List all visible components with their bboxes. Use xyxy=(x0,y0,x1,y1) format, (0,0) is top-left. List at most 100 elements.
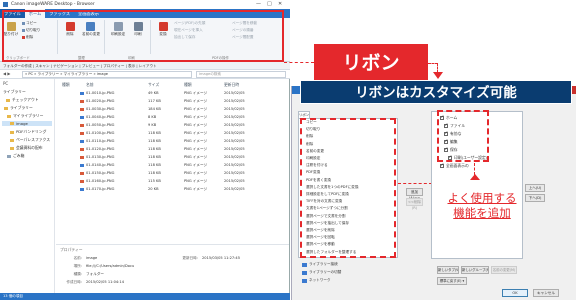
file-list: 種類 名前 サイズ 種類 更新日時 01-0010-jp.PNG 49 KB PNG… xyxy=(56,79,289,244)
library-icon xyxy=(302,270,307,275)
rename-group-button[interactable]: 名前の変更(M) xyxy=(491,266,517,274)
nav-pc[interactable]: PC xyxy=(3,81,8,86)
table-row[interactable]: 01-0040-jp.PNG 8 KB PNG イメージ 2015/02/05 xyxy=(56,114,289,122)
folder-icon xyxy=(10,138,14,142)
image-file-icon xyxy=(80,132,84,135)
file-name: 01-0130-jp.PNG xyxy=(86,155,115,159)
add-button[interactable]: 追加(A)>> xyxy=(406,188,423,200)
close-button[interactable]: ✕ xyxy=(278,1,282,7)
move-up-button[interactable]: 上へ(U) xyxy=(525,184,545,192)
prop-created: 作成日時: 2015/02/05 11:04:14 xyxy=(66,280,124,284)
image-file-icon xyxy=(80,156,84,159)
file-date: 2015/02/05 xyxy=(224,107,245,111)
command-list-highlight xyxy=(300,118,396,258)
move-down-button[interactable]: 下へ(D) xyxy=(525,194,545,202)
cancel-button[interactable]: キャンセル xyxy=(533,289,559,297)
extra-item-library-switch[interactable]: ライブラリーの切替 xyxy=(302,270,341,275)
nav-item-library[interactable]: ライブラリー xyxy=(3,89,26,95)
table-row[interactable]: 01-0100-jp.PNG 118 KB PNG イメージ 2015/02/05 xyxy=(56,130,289,138)
folder-icon xyxy=(10,122,14,125)
remove-button[interactable]: <<削除(R) xyxy=(406,198,423,210)
table-row[interactable]: 01-0010-jp.PNG 49 KB PNG イメージ 2015/02/05 xyxy=(56,90,289,98)
reset-button[interactable]: 標準に戻す(E) ▾ xyxy=(437,277,467,285)
table-row[interactable]: 01-0140-jp.PNG 118 KB PNG イメージ 2015/02/05 xyxy=(56,162,289,170)
file-date: 2015/02/05 xyxy=(224,131,245,135)
column-header-type[interactable]: 種類 xyxy=(62,82,70,88)
image-file-icon xyxy=(80,188,84,191)
table-row[interactable]: 01-0050-jp.PNG 9 KB PNG イメージ 2015/02/05 xyxy=(56,122,289,130)
file-name: 01-0100-jp.PNG xyxy=(86,131,115,135)
column-header-name[interactable]: 名前 xyxy=(86,82,94,88)
title-bar: Canon imageWARE Desktop - Browser — □ ✕ xyxy=(0,0,290,9)
new-group-button[interactable]: 新しいグループ(N) xyxy=(461,266,489,274)
file-date: 2015/02/05 xyxy=(224,123,245,127)
file-size: 184 KB xyxy=(148,107,161,111)
nav-item-library-2[interactable]: ライブラリー xyxy=(4,105,33,111)
maximize-button[interactable]: □ xyxy=(267,1,272,7)
new-tab-button[interactable]: 新しいタブ(W) xyxy=(437,266,459,274)
image-file-icon xyxy=(80,124,84,127)
file-size: 118 KB xyxy=(148,147,161,151)
connector-line xyxy=(284,62,314,63)
column-header-size[interactable]: サイズ xyxy=(148,82,159,88)
file-date: 2015/02/05 xyxy=(224,139,245,143)
file-name: 01-0170-jp.PNG xyxy=(86,187,115,191)
file-size: 9 KB xyxy=(148,123,157,127)
folder-icon xyxy=(7,114,11,118)
address-bar[interactable]: « PC » ライブラリー » マイライブラリー » image xyxy=(22,71,192,78)
file-date: 2015/02/05 xyxy=(224,147,245,151)
table-row[interactable]: 01-0150-jp.PNG 118 KB PNG イメージ 2015/02/05 xyxy=(56,170,289,178)
file-kind: PNG イメージ xyxy=(184,99,208,103)
back-forward-icon[interactable]: ◀ ▶ xyxy=(3,71,10,76)
table-row[interactable]: 01-0030-jp.PNG 184 KB PNG イメージ 2015/02/05 xyxy=(56,106,289,114)
folder-icon xyxy=(6,98,10,102)
ok-button[interactable]: OK xyxy=(502,289,528,297)
file-kind: PNG イメージ xyxy=(184,139,208,143)
search-input[interactable]: imageの検索 xyxy=(196,71,286,78)
file-size: 8 KB xyxy=(148,115,157,119)
nav-item-image[interactable]: image xyxy=(2,121,52,126)
extra-item-network[interactable]: ネットワーク xyxy=(302,278,331,283)
file-name: 01-0030-jp.PNG xyxy=(86,107,115,111)
file-size: 118 KB xyxy=(148,139,161,143)
minimize-button[interactable]: — xyxy=(256,1,261,7)
customizable-callout: リボンはカスタマイズ可能 xyxy=(300,80,572,104)
file-date: 2015/02/05 xyxy=(224,171,245,175)
image-file-icon xyxy=(80,116,84,119)
file-kind: PNG イメージ xyxy=(184,187,208,191)
arrow-down-icon xyxy=(433,72,443,79)
properties-header: プロパティー xyxy=(60,247,83,252)
checkbox[interactable] xyxy=(440,163,444,168)
nav-item-meeting-docs[interactable]: 会議資料の配布 xyxy=(10,145,43,151)
file-date: 2015/02/05 xyxy=(224,163,245,167)
quick-access-toolbar[interactable]: フォルダーの作成 | スキャン | ナビゲーション | プレビュー | プロパテ… xyxy=(0,62,290,70)
file-name: 01-0010-jp.PNG xyxy=(86,91,115,95)
table-row[interactable]: 01-0170-jp.PNG 20 KB PNG イメージ 2015/02/05 xyxy=(56,186,289,194)
extra-item-library-connect[interactable]: ライブラリー接続 xyxy=(302,262,338,267)
folder-icon xyxy=(10,146,14,150)
nav-item-trash[interactable]: ごみ箱 xyxy=(7,153,24,159)
file-name: 01-0150-jp.PNG xyxy=(86,171,115,175)
table-row[interactable]: 01-0130-jp.PNG 118 KB PNG イメージ 2015/02/05 xyxy=(56,154,289,162)
prop-kind: 種類: フォルダー xyxy=(73,272,104,276)
nav-item-paperless-fax[interactable]: ペーパレスファクス xyxy=(10,137,50,143)
image-file-icon xyxy=(80,92,84,95)
prop-updated: 更新日時: 2015/03/05 11:27:45 xyxy=(182,256,240,260)
nav-item-checkout[interactable]: チェックアウト xyxy=(6,97,39,103)
table-row[interactable]: 01-0160-jp.PNG 115 KB PNG イメージ 2015/02/05 xyxy=(56,178,289,186)
file-kind: PNG イメージ xyxy=(184,147,208,151)
connector-line xyxy=(398,183,432,184)
column-header-date[interactable]: 更新日時 xyxy=(224,82,239,88)
file-size: 118 KB xyxy=(148,131,161,135)
properties-pane: プロパティー 名前: image 更新日時: 2015/03/05 11:27:45… xyxy=(56,244,289,293)
nav-item-pdf-binding[interactable]: PDFバンドリング xyxy=(10,129,46,135)
file-size: 117 KB xyxy=(148,99,161,103)
column-header-kind[interactable]: 種類 xyxy=(184,82,192,88)
table-row[interactable]: 01-0110-jp.PNG 118 KB PNG イメージ 2015/02/05 xyxy=(56,138,289,146)
file-name: 01-0160-jp.PNG xyxy=(86,179,115,183)
prop-location: 場所: file:///C:/Users/admin/Docu xyxy=(73,264,135,268)
table-row[interactable]: 01-0120-jp.PNG 118 KB PNG イメージ 2015/02/05 xyxy=(56,146,289,154)
table-row[interactable]: 01-0020-jp.PNG 117 KB PNG イメージ 2015/02/05 xyxy=(56,98,289,106)
tree-item-fullscreen[interactable]: 全画面表示の xyxy=(440,163,469,169)
nav-item-my-library[interactable]: マイライブラリー xyxy=(7,113,43,119)
